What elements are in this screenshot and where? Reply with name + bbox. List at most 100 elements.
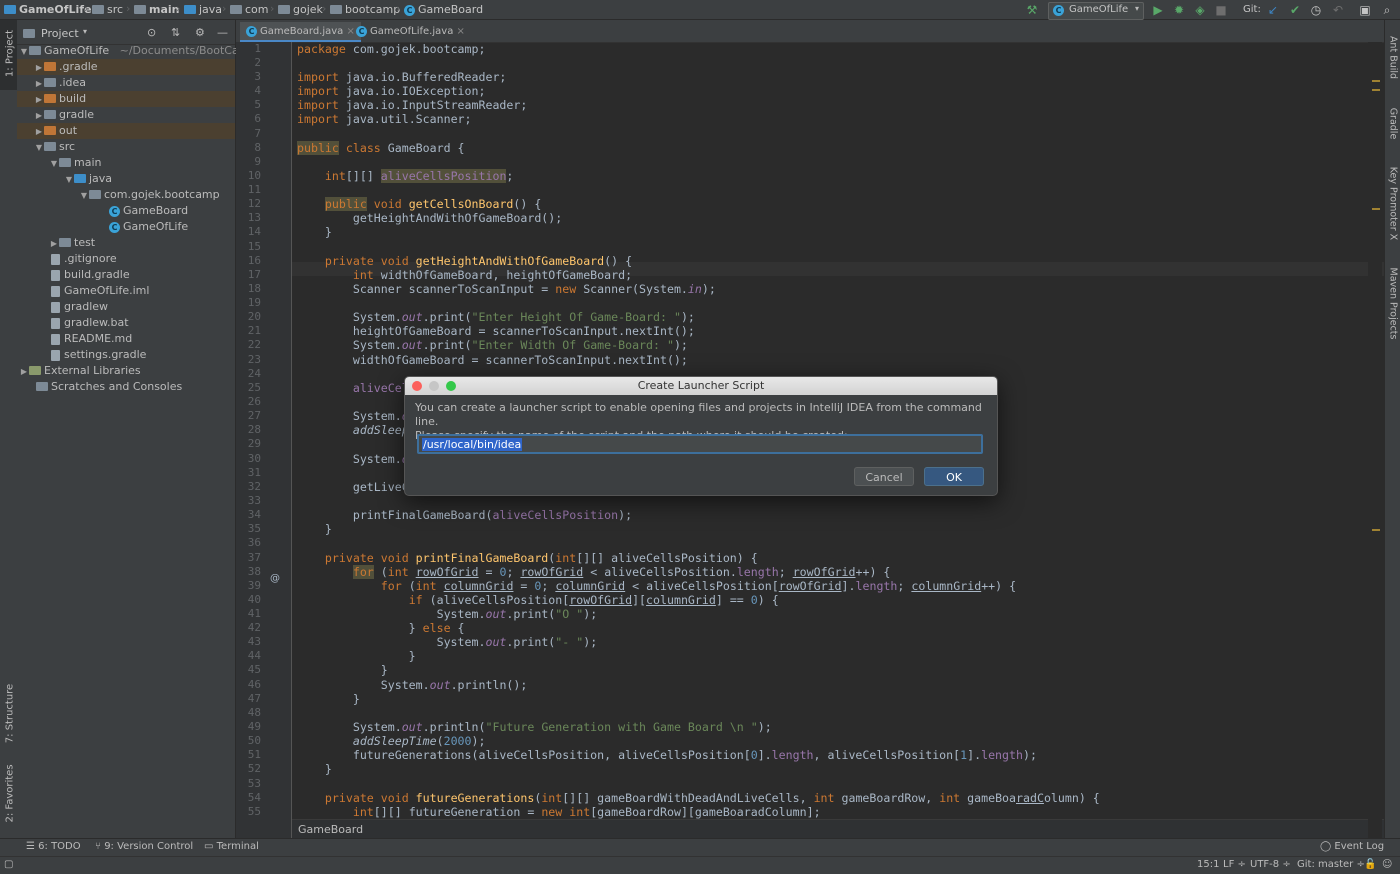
editor-breadcrumb[interactable]: GameBoard <box>292 819 1384 838</box>
event-log-tab[interactable]: ◯ Event Log <box>1320 841 1384 852</box>
run-config-select[interactable]: C GameOfLife ▾ <box>1048 2 1144 20</box>
tree-item[interactable]: gradlew.bat <box>17 315 235 331</box>
breadcrumb-main[interactable]: main <box>134 3 180 17</box>
vcs-update-icon[interactable]: ↙ <box>1266 3 1280 17</box>
debug-icon[interactable]: ✹ <box>1172 3 1186 17</box>
zoom-window-button[interactable] <box>446 381 456 391</box>
tree-item[interactable]: ▼ src <box>17 139 235 155</box>
tree-item[interactable]: ▶ build <box>17 91 235 107</box>
lock-icon[interactable]: 🔓 <box>1364 859 1376 870</box>
file-encoding[interactable]: UTF-8 ÷ <box>1250 859 1291 870</box>
tree-item[interactable]: README.md <box>17 331 235 347</box>
terminal-tab[interactable]: ▭ Terminal <box>204 841 259 852</box>
tree-item[interactable]: ▶ out <box>17 123 235 139</box>
error-stripe[interactable] <box>1368 42 1382 838</box>
git-branch[interactable]: Git: master ÷ <box>1297 859 1365 870</box>
vcs-commit-icon[interactable]: ✔ <box>1288 3 1302 17</box>
tree-item[interactable]: .gitignore <box>17 251 235 267</box>
tab-project[interactable]: 1: Project <box>0 20 17 90</box>
tree-item[interactable]: ▶ .gradle <box>17 59 235 75</box>
tab-structure[interactable]: 7: Structure <box>0 680 17 750</box>
cancel-button[interactable]: Cancel <box>854 467 914 486</box>
caret-right-icon: ▶ <box>35 95 43 104</box>
line-number: 2 <box>254 56 261 69</box>
folder-icon <box>59 157 71 167</box>
tree-root[interactable]: ▼ GameOfLife ~/Documents/BootCamp <box>17 43 256 59</box>
line-number: 24 <box>247 367 261 380</box>
line-number: 13 <box>247 211 261 224</box>
ok-button[interactable]: OK <box>924 467 984 486</box>
version-control-tab[interactable]: ⑂ 9: Version Control <box>95 841 193 852</box>
history-icon[interactable]: ◷ <box>1309 3 1323 17</box>
todo-tab[interactable]: ☰ 6: TODO <box>26 841 81 852</box>
tab-favorites[interactable]: 2: Favorites <box>0 760 17 830</box>
warning-marker[interactable] <box>1372 89 1380 91</box>
coverage-icon[interactable]: ◈ <box>1193 3 1207 17</box>
hammer-icon[interactable]: ⚒ <box>1025 3 1039 17</box>
warning-marker[interactable] <box>1372 529 1380 531</box>
tree-item[interactable]: GameOfLife.iml <box>17 283 235 299</box>
tree-item[interactable]: build.gradle <box>17 267 235 283</box>
folder-icon <box>4 4 16 14</box>
tree-item[interactable]: settings.gradle <box>17 347 235 363</box>
tab-maven-projects[interactable]: Maven Projects <box>1385 258 1400 348</box>
caret-down-icon[interactable]: ▾ <box>83 27 87 36</box>
hide-icon[interactable]: — <box>217 26 228 39</box>
breadcrumb-gameboard[interactable]: C GameBoard <box>404 3 483 17</box>
warning-marker[interactable] <box>1372 80 1380 82</box>
close-window-button[interactable] <box>412 381 422 391</box>
breadcrumb-src[interactable]: src <box>92 3 123 17</box>
revert-icon[interactable]: ↶ <box>1331 3 1345 17</box>
gear-icon[interactable]: ⚙ <box>195 26 205 39</box>
line-number: 46 <box>247 678 261 691</box>
tree-item[interactable]: ▶ gradle <box>17 107 235 123</box>
stop-icon[interactable]: ■ <box>1214 3 1228 17</box>
project-structure-icon[interactable]: ▣ <box>1358 3 1372 17</box>
tree-item[interactable]: C GameBoard <box>17 203 235 219</box>
breadcrumb-java[interactable]: java <box>184 3 222 17</box>
tab-key-promoter[interactable]: Key Promoter X <box>1385 158 1400 248</box>
project-view-select[interactable]: Project <box>41 27 79 40</box>
tab-gradle[interactable]: Gradle <box>1385 98 1400 148</box>
tree-item[interactable]: ▶ External Libraries <box>17 363 235 379</box>
tab-gameboard-java[interactable]: C GameBoard.java × <box>240 22 361 42</box>
tree-item[interactable]: Scratches and Consoles <box>17 379 235 395</box>
run-icon[interactable]: ▶ <box>1151 3 1165 17</box>
collapse-icon[interactable]: ⇅ <box>171 26 180 39</box>
line-number: 27 <box>247 409 261 422</box>
inspector-icon[interactable]: ☺ <box>1382 859 1392 870</box>
bottom-tool-bar: ☰ 6: TODO ⑂ 9: Version Control ▭ Termina… <box>0 838 1400 857</box>
caret-position[interactable]: 15:1 <box>1197 859 1219 870</box>
script-path-input[interactable]: /usr/local/bin/idea <box>417 434 983 454</box>
tree-item[interactable]: gradlew <box>17 299 235 315</box>
package-icon <box>278 4 290 14</box>
folder-icon <box>44 125 56 135</box>
breadcrumb-bootcamp[interactable]: bootcamp <box>330 3 400 17</box>
tree-item[interactable]: C GameOfLife <box>17 219 235 235</box>
breadcrumb-gojek[interactable]: gojek <box>278 3 323 17</box>
breadcrumb-project[interactable]: GameOfLife <box>4 3 92 17</box>
line-number: 43 <box>247 635 261 648</box>
tree-item[interactable]: ▼ java <box>17 171 235 187</box>
tree-item[interactable]: ▼ main <box>17 155 235 171</box>
class-icon: C <box>356 25 367 37</box>
folder-icon <box>134 4 146 14</box>
locate-icon[interactable]: ⊙ <box>147 26 156 39</box>
file-icon <box>51 301 60 313</box>
close-icon[interactable]: × <box>457 26 465 37</box>
event-log-icon: ◯ <box>1320 841 1335 852</box>
tree-item[interactable]: ▼ com.gojek.bootcamp <box>17 187 235 203</box>
tree-item[interactable]: ▶ .idea <box>17 75 235 91</box>
tab-gameoflife-java[interactable]: C GameOfLife.java × <box>350 22 471 42</box>
warning-marker[interactable] <box>1372 208 1380 210</box>
navigation-bar: GameOfLife › src › main › java › com › g… <box>0 0 1400 20</box>
breadcrumb-com[interactable]: com <box>230 3 269 17</box>
tree-item[interactable]: ▶ test <box>17 235 235 251</box>
override-marker-icon[interactable]: @ <box>270 573 280 584</box>
folder-icon <box>92 4 104 14</box>
toggle-tool-windows-icon[interactable]: ▢ <box>4 859 13 870</box>
git-label: Git: <box>1243 4 1261 15</box>
line-separator[interactable]: LF ÷ <box>1223 859 1246 870</box>
minimize-window-button[interactable] <box>429 381 439 391</box>
line-number: 28 <box>247 423 261 436</box>
